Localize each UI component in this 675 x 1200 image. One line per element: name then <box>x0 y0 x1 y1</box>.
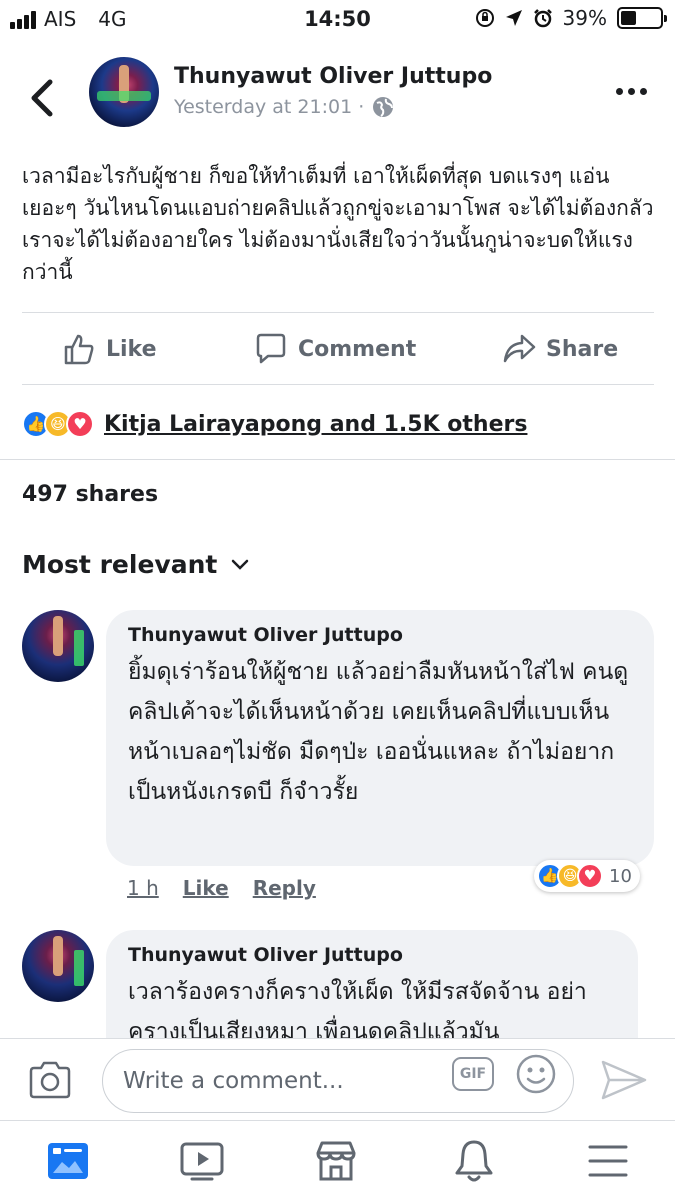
commenter-avatar[interactable] <box>22 930 94 1002</box>
comment-input[interactable]: Write a comment... <box>102 1049 574 1113</box>
menu-icon[interactable] <box>584 1137 632 1185</box>
status-bar: AIS 4G 14:50 39% <box>0 0 675 40</box>
like-label: Like <box>106 336 157 362</box>
share-icon <box>503 334 536 363</box>
chevron-left-icon[interactable] <box>26 78 60 118</box>
divider <box>22 384 654 385</box>
share-button[interactable]: Share <box>502 332 618 366</box>
location-icon <box>505 10 522 26</box>
orientation-lock-icon <box>475 9 494 27</box>
notifications-icon[interactable] <box>450 1137 498 1185</box>
comment-reply-button[interactable]: Reply <box>253 876 316 900</box>
watch-icon[interactable] <box>178 1137 226 1185</box>
chevron-down-icon <box>232 559 249 570</box>
battery-fill <box>621 11 636 25</box>
love-reaction-icon: ♥ <box>66 410 94 438</box>
status-right: 39% <box>475 6 667 30</box>
comment-bubble: Thunyawut Oliver Juttupo ยิ้มดุเร่าร้อนใ… <box>106 610 654 866</box>
post-header: Thunyawut Oliver Juttupo Yesterday at 21… <box>0 52 675 142</box>
comment-like-button[interactable]: Like <box>183 876 229 900</box>
comment-sort-dropdown[interactable]: Most relevant <box>22 550 249 579</box>
camera-icon[interactable] <box>28 1061 72 1099</box>
comment-text: ยิ้มดุเร่าร้อนให้ผู้ชาย แล้วอย่าลืมหันหน… <box>128 659 629 805</box>
comment-composer: Write a comment... GIF <box>0 1038 675 1120</box>
reaction-icons: 👍 😆 ♥ <box>22 410 94 438</box>
gif-button[interactable]: GIF <box>452 1057 494 1091</box>
like-button[interactable]: Like <box>62 332 157 366</box>
marketplace-icon[interactable] <box>312 1137 360 1185</box>
comment-label: Comment <box>298 336 417 362</box>
comment-author[interactable]: Thunyawut Oliver Juttupo <box>128 624 632 646</box>
comment-time[interactable]: 1 h <box>127 876 159 900</box>
comment-placeholder: Write a comment... <box>123 1068 344 1094</box>
reactors-link[interactable]: Kitja Lairayapong and 1.5K others <box>104 412 527 437</box>
comment-author[interactable]: Thunyawut Oliver Juttupo <box>128 944 616 966</box>
battery-percent: 39% <box>562 6 607 30</box>
divider <box>22 312 654 313</box>
sort-label: Most relevant <box>22 550 218 579</box>
comment-reactions[interactable]: 👍 😆 ♥ 10 <box>534 860 640 892</box>
comment-button[interactable]: Comment <box>254 332 416 366</box>
author-name[interactable]: Thunyawut Oliver Juttupo <box>174 64 492 89</box>
battery-icon <box>617 7 667 29</box>
post-timestamp: Yesterday at 21:01 · <box>174 96 394 118</box>
comment-reaction-count: 10 <box>609 865 632 887</box>
post-text: เวลามีอะไรกับผู้ชาย ก็ขอให้ทำเต็มที่ เอา… <box>22 164 654 284</box>
send-icon[interactable] <box>600 1059 648 1101</box>
commenter-avatar[interactable] <box>22 610 94 682</box>
comment-meta: 1 h Like Reply <box>127 876 316 900</box>
thumbs-up-icon <box>64 334 94 365</box>
divider <box>0 459 675 460</box>
alarm-icon <box>533 9 552 28</box>
emoji-icon[interactable] <box>516 1054 556 1094</box>
comment-icon <box>256 333 286 364</box>
globe-icon <box>373 97 394 117</box>
more-horizontal-icon[interactable] <box>616 88 647 95</box>
shares-count[interactable]: 497 shares <box>22 482 158 507</box>
share-label: Share <box>546 336 619 362</box>
bottom-tab-bar <box>0 1120 675 1200</box>
post-action-bar: Like Comment Share <box>22 314 654 384</box>
reactions-summary[interactable]: 👍 😆 ♥ Kitja Lairayapong and 1.5K others <box>22 404 527 444</box>
author-avatar[interactable] <box>89 57 159 127</box>
love-reaction-icon: ♥ <box>577 863 603 889</box>
news-feed-icon[interactable] <box>44 1137 92 1185</box>
timestamp-text[interactable]: Yesterday at 21:01 · <box>174 96 364 118</box>
